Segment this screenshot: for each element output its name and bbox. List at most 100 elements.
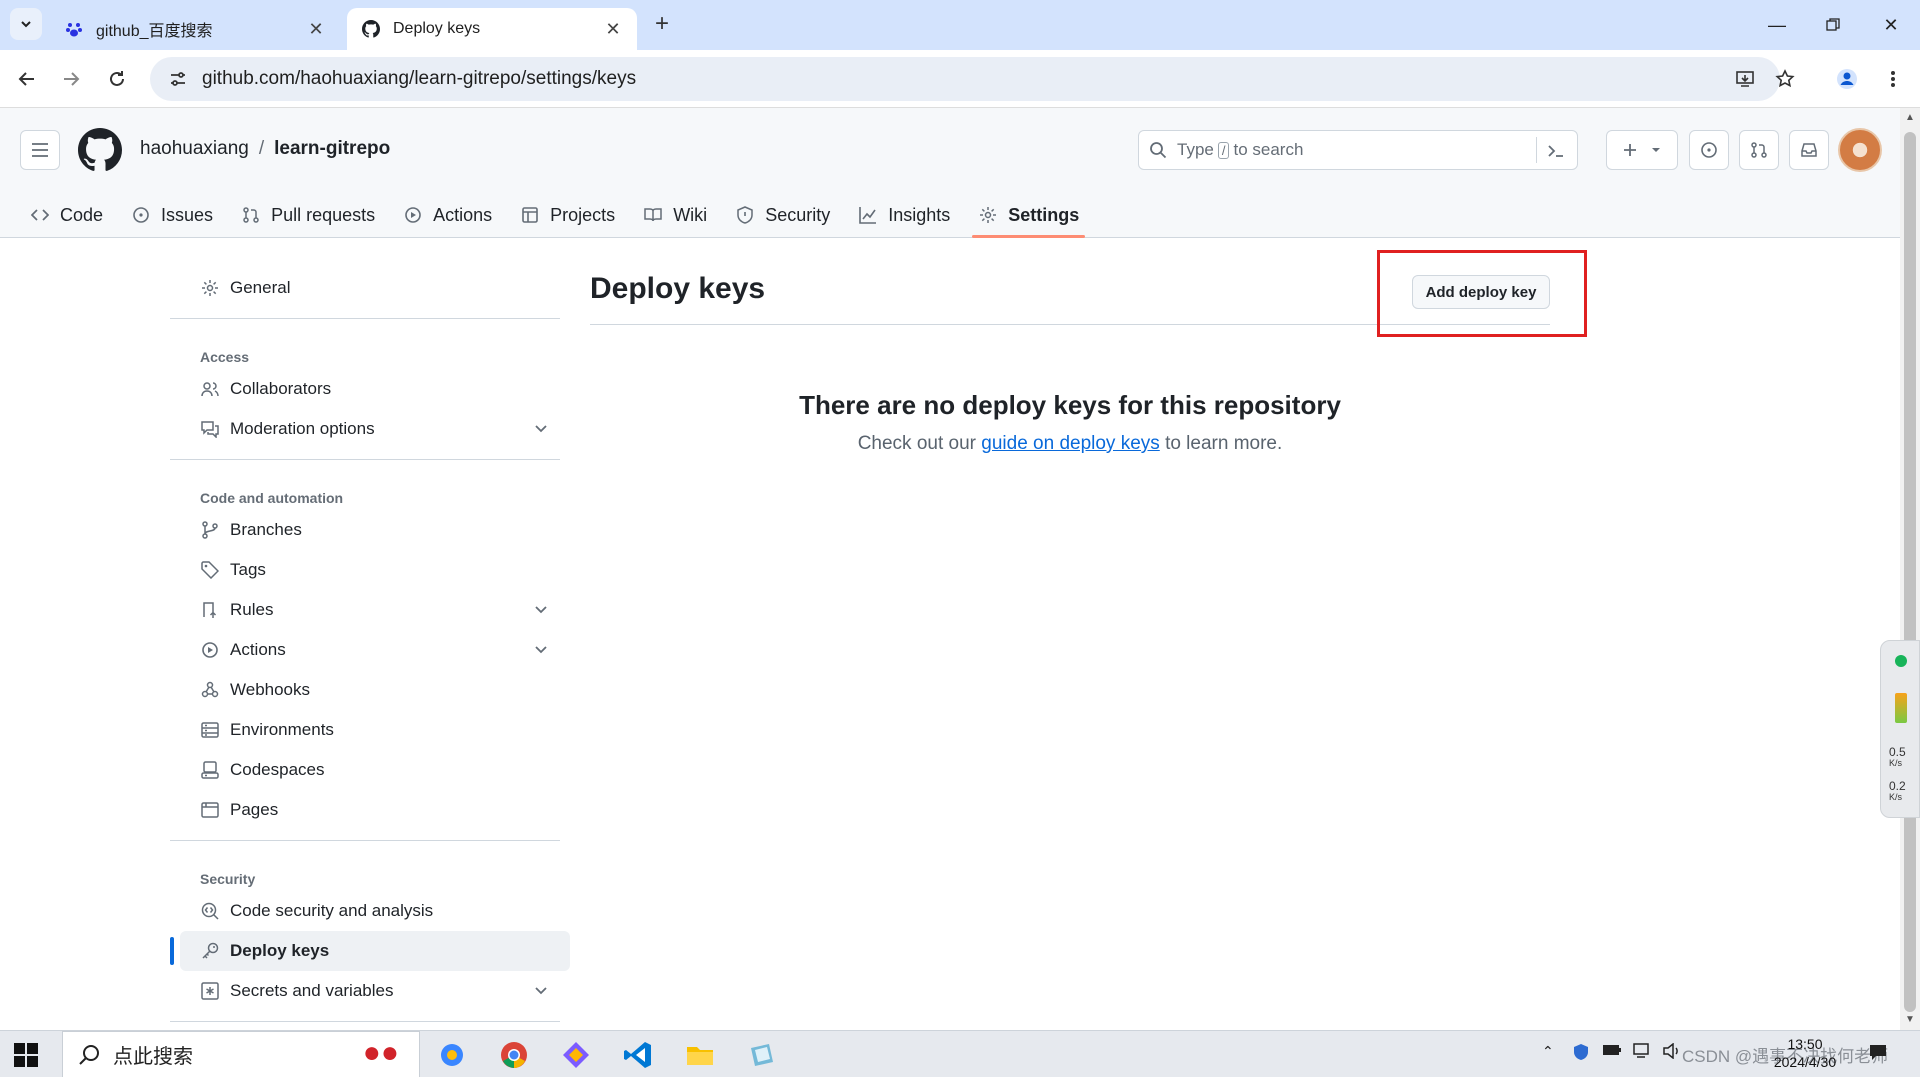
volume-icon[interactable]: [1662, 1042, 1682, 1062]
chrome-icon[interactable]: [496, 1037, 532, 1073]
sidebar-group-code-automation: Code and automation: [200, 490, 344, 506]
vscode-icon[interactable]: [620, 1037, 656, 1073]
tab-code[interactable]: Code: [16, 192, 117, 238]
deploy-keys-guide-link[interactable]: guide on deploy keys: [981, 433, 1160, 454]
photos-app-icon[interactable]: [434, 1037, 470, 1073]
book-icon: [643, 205, 663, 225]
inbox-button[interactable]: [1789, 130, 1829, 170]
sidebar-item-codespaces[interactable]: Codespaces: [180, 750, 570, 790]
tab-actions[interactable]: Actions: [389, 192, 506, 238]
sidebar-item-branches[interactable]: Branches: [180, 510, 570, 550]
sidebar-item-collaborators[interactable]: Collaborators: [180, 369, 570, 409]
github-logo-icon[interactable]: [78, 128, 122, 172]
kiro-app-icon[interactable]: [558, 1037, 594, 1073]
tab-projects[interactable]: Projects: [506, 192, 629, 238]
create-new-button[interactable]: [1606, 130, 1678, 170]
file-explorer-icon[interactable]: [682, 1037, 718, 1073]
clock-date: 2024/4/30: [1773, 1054, 1837, 1070]
command-palette-icon[interactable]: [1547, 142, 1565, 160]
tab-security[interactable]: Security: [721, 192, 844, 238]
scroll-up-arrow-icon[interactable]: ▲: [1904, 112, 1916, 124]
blankslate-prefix: Check out our: [857, 433, 976, 454]
install-app-icon[interactable]: [1730, 64, 1760, 94]
blankslate-heading: There are no deploy keys for this reposi…: [799, 390, 1341, 420]
blankslate-suffix: to learn more.: [1165, 433, 1283, 454]
scrollbar-thumb[interactable]: [1904, 132, 1916, 1012]
bookmark-star-icon[interactable]: [1770, 64, 1800, 94]
tab-label: Wiki: [673, 204, 708, 225]
battery-icon[interactable]: [1602, 1043, 1622, 1060]
back-arrow-icon[interactable]: [12, 64, 42, 94]
tab-insights[interactable]: Insights: [844, 192, 964, 238]
close-icon[interactable]: ✕: [603, 19, 623, 39]
notification-icon[interactable]: [1868, 1043, 1888, 1064]
taskbar-clock[interactable]: 13:50 2024/4/30: [1765, 1035, 1845, 1071]
key-icon: [200, 941, 220, 961]
hamburger-menu-button[interactable]: [20, 130, 60, 170]
play-icon: [200, 640, 220, 660]
clock-time: 13:50: [1787, 1036, 1823, 1052]
sidebar-item-deploy-keys[interactable]: Deploy keys: [170, 931, 570, 971]
tab-issues[interactable]: Issues: [117, 192, 227, 238]
triangle-down-icon: [1652, 148, 1660, 152]
new-tab-plus-icon[interactable]: +: [650, 10, 674, 37]
app-window-icon[interactable]: [744, 1037, 780, 1073]
site-settings-icon[interactable]: [160, 70, 196, 88]
breadcrumb-separator: /: [258, 138, 265, 159]
sidebar-item-code-security[interactable]: Code security and analysis: [180, 891, 570, 931]
reload-icon[interactable]: [102, 64, 132, 94]
sidebar-item-tags[interactable]: Tags: [180, 550, 570, 590]
pull-requests-button[interactable]: [1739, 130, 1779, 170]
network-icon[interactable]: [1632, 1043, 1650, 1062]
browser-tab-baidu[interactable]: github_百度搜索 ✕: [50, 8, 340, 50]
tab-pull-requests[interactable]: Pull requests: [227, 192, 389, 238]
chevron-down-icon: [535, 606, 547, 614]
sidebar-item-label: General: [230, 278, 291, 297]
taskbar-search-input[interactable]: 点此搜索 ●●: [62, 1031, 420, 1077]
blankslate-description: Check out our guide on deploy keys to le…: [590, 433, 1550, 455]
tab-wiki[interactable]: Wiki: [629, 192, 721, 238]
sidebar-item-environments[interactable]: Environments: [180, 710, 570, 750]
window-close-icon[interactable]: ✕: [1876, 10, 1906, 40]
restore-icon[interactable]: [1818, 10, 1848, 40]
sidebar-item-pages[interactable]: Pages: [180, 790, 570, 830]
table-icon: [520, 205, 540, 225]
windows-start-icon[interactable]: [12, 1041, 40, 1069]
three-bars-icon: [32, 143, 48, 157]
tab-label: Code: [60, 204, 104, 225]
user-avatar[interactable]: [1838, 128, 1882, 172]
sidebar-item-moderation-options[interactable]: Moderation options: [180, 409, 570, 449]
tab-label: Settings: [1008, 204, 1080, 225]
minimize-icon[interactable]: —: [1762, 10, 1792, 40]
browser-tab-bar: github_百度搜索 ✕ Deploy keys ✕ + — ✕: [0, 0, 1920, 50]
issues-button[interactable]: [1689, 130, 1729, 170]
sidebar-item-general[interactable]: General: [180, 268, 570, 308]
breadcrumb-repo-link[interactable]: learn-gitrepo: [274, 138, 390, 160]
windows-taskbar: 点此搜索 ●● ⌃ CSDN @遇事不决找何老师 13:50 2024/4/30: [0, 1030, 1920, 1077]
sidebar-item-secrets-variables[interactable]: Secrets and variables: [180, 971, 570, 1011]
kebab-menu-icon[interactable]: [1878, 64, 1908, 94]
browser-tab-deploy-keys[interactable]: Deploy keys ✕: [347, 8, 637, 50]
url-omnibox[interactable]: github.com/haohuaxiang/learn-gitrepo/set…: [150, 57, 1780, 101]
scroll-down-arrow-icon[interactable]: ▼: [1904, 1014, 1916, 1026]
profile-icon[interactable]: [1832, 64, 1862, 94]
tab-label: github_百度搜索: [96, 23, 213, 40]
tab-settings[interactable]: Settings: [964, 192, 1093, 238]
network-speed-widget[interactable]: 0.5 K/s 0.2 K/s: [1880, 640, 1920, 818]
tab-label: Deploy keys: [393, 20, 481, 37]
close-icon[interactable]: ✕: [306, 19, 326, 39]
sidebar-item-webhooks[interactable]: Webhooks: [180, 670, 570, 710]
issue-circle-icon: [1701, 142, 1717, 158]
sidebar-item-actions[interactable]: Actions: [180, 630, 570, 670]
tray-chevron-up-icon[interactable]: ⌃: [1542, 1043, 1554, 1060]
forward-arrow-icon[interactable]: [56, 64, 86, 94]
pull-request-icon: [241, 205, 261, 225]
vertical-scrollbar[interactable]: ▲ ▼: [1900, 108, 1920, 1030]
chevron-down-icon: [535, 425, 547, 433]
tab-search-dropdown[interactable]: [10, 8, 42, 40]
breadcrumb-owner-link[interactable]: haohuaxiang: [140, 138, 249, 160]
security-shield-icon[interactable]: [1572, 1043, 1590, 1064]
sidebar-item-label: Code security and analysis: [230, 901, 434, 920]
sidebar-item-rules[interactable]: Rules: [180, 590, 570, 630]
search-input[interactable]: Type / to search: [1138, 130, 1578, 170]
